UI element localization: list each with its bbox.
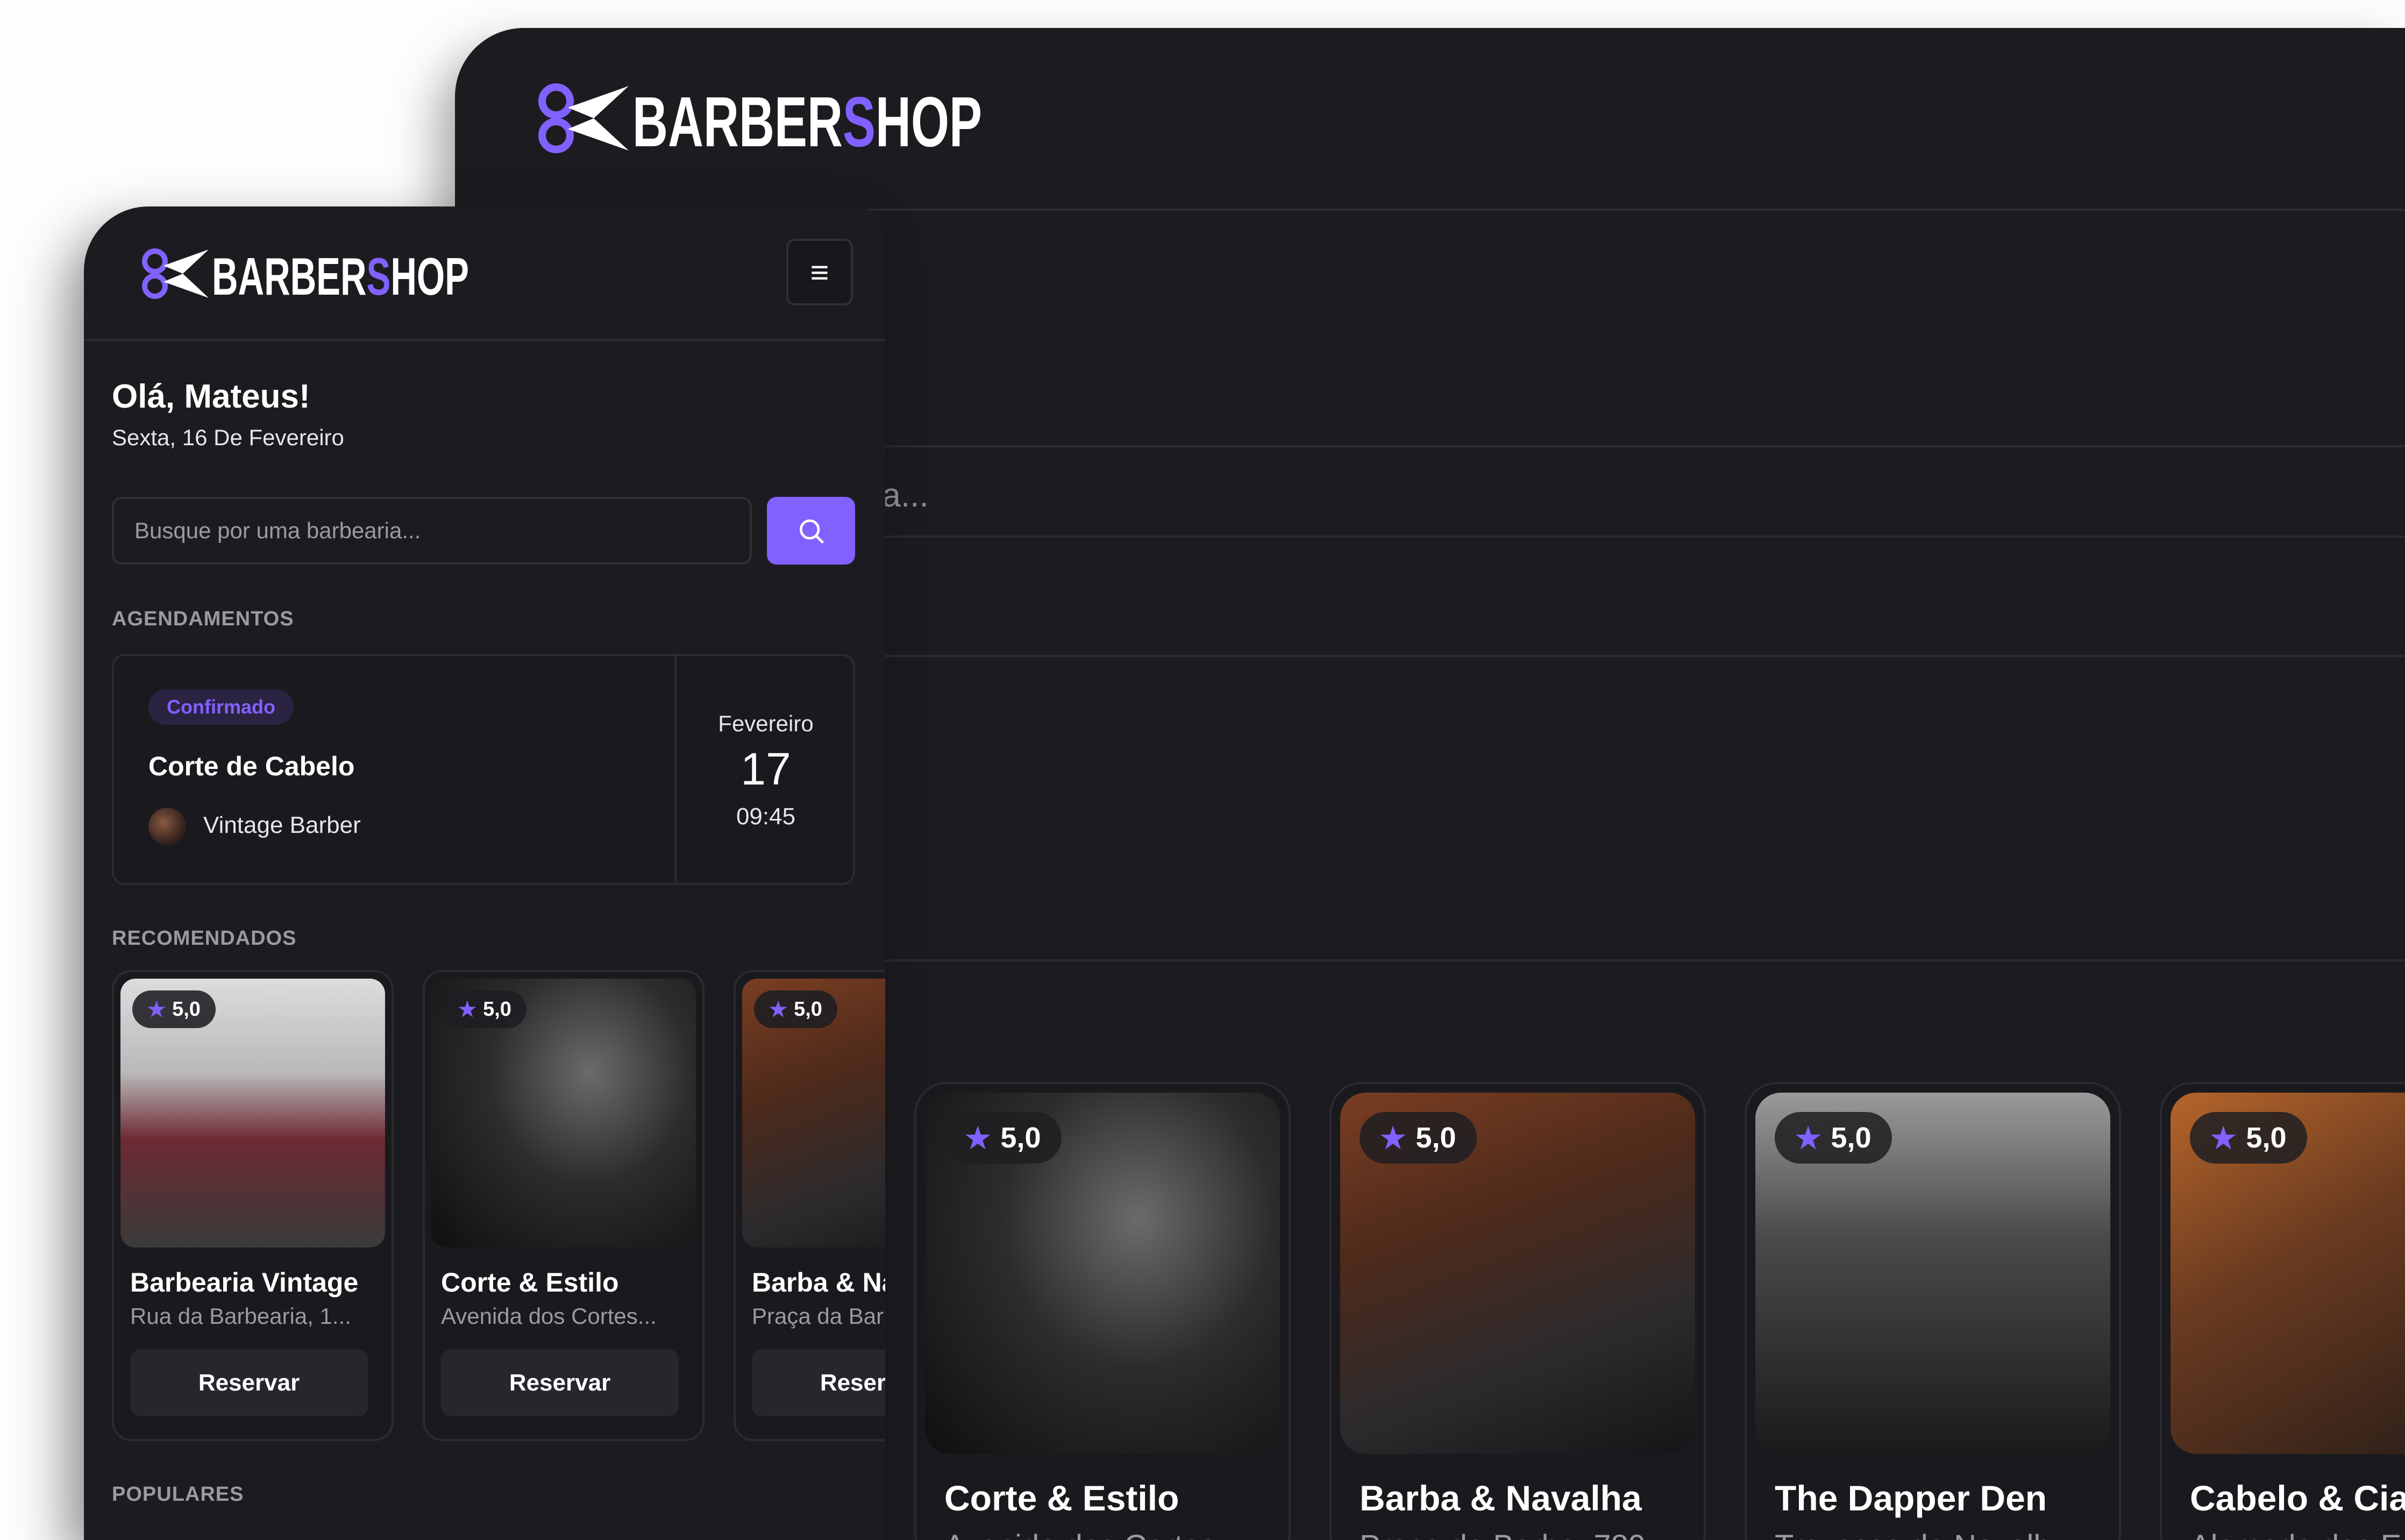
desktop-barbershop-card[interactable]: ★ 5,0 The Dapper Den Travessa da Navalh..… xyxy=(1745,1082,2121,1540)
rating-value: 5,0 xyxy=(483,997,511,1021)
barbershop-photo: ★ 5,0 xyxy=(742,979,885,1247)
barbershop-address: Praça da Barba, 789 xyxy=(752,1303,885,1329)
desktop-header: BARBERSHOP xyxy=(455,28,2405,211)
barbershop-address: Avenida dos Cortes... xyxy=(944,1528,1280,1540)
reserve-button[interactable]: Reservar xyxy=(441,1350,679,1416)
scissors-icon xyxy=(142,248,209,299)
appointment-day: 17 xyxy=(741,744,791,794)
barbershop-photo: ★ 5,0 xyxy=(1340,1093,1695,1454)
star-icon: ★ xyxy=(769,998,788,1021)
showcase-stage: BARBERSHOP ria... ★5,0 Corte & Estilo Av… xyxy=(0,0,2405,1540)
rating-badge: ★ 5,0 xyxy=(754,990,837,1028)
barbershop-card[interactable]: ★ 5,0 Corte & Estilo Avenida dos Cortes..… xyxy=(423,970,705,1441)
appointment-month: Fevereiro xyxy=(718,711,814,736)
barbershop-card[interactable]: ★ 5,0 Barbearia Vintage Rua da Barbearia,… xyxy=(112,970,394,1441)
desktop-card-list: ★ 5,0 Corte & Estilo Avenida dos Cortes..… xyxy=(914,1082,2405,1540)
rating-badge: ★ 5,0 xyxy=(132,990,216,1028)
barbershop-address: Avenida dos Cortes... xyxy=(441,1303,657,1329)
section-title-recommended: RECOMENDADOS xyxy=(112,927,297,950)
mobile-logo[interactable]: BARBERSHOP xyxy=(139,245,472,306)
barbershop-name: Cabelo & Cia xyxy=(2190,1478,2405,1518)
star-icon: ★ xyxy=(1380,1122,1406,1154)
rating-badge: ★ 5,0 xyxy=(1360,1112,1477,1164)
appointment-shop: Vintage Barber xyxy=(203,812,361,838)
barbershop-name: Corte & Estilo xyxy=(441,1267,619,1297)
barbershop-name: Corte & Estilo xyxy=(944,1478,1179,1518)
desktop-barbershop-card[interactable]: ★ 5,0 Barba & Navalha Praça da Barba, 789 xyxy=(1329,1082,1706,1540)
mobile-header: BARBERSHOP ≡ xyxy=(84,206,885,341)
rating-value: 5,0 xyxy=(1831,1122,1872,1154)
scissors-icon xyxy=(538,83,629,153)
star-icon: ★ xyxy=(2210,1122,2237,1154)
rating-badge: ★ 5,0 xyxy=(443,990,526,1028)
barbershop-address: Rua da Barbearia, 1... xyxy=(130,1303,351,1329)
barbershop-photo: ★ 5,0 xyxy=(925,1093,1280,1454)
desktop-barbershop-card[interactable]: ★ 5,0 Cabelo & Cia Alameda dos E xyxy=(2160,1082,2405,1540)
rating-value: 5,0 xyxy=(1415,1122,1456,1154)
search-icon xyxy=(800,519,824,544)
status-badge: Confirmado xyxy=(148,689,294,725)
rating-value: 5,0 xyxy=(172,997,201,1021)
rating-badge: ★ 5,0 xyxy=(1775,1112,1892,1164)
barbershop-address: Praça da Barba, 789 xyxy=(1360,1528,1695,1540)
rating-value: 5,0 xyxy=(794,997,822,1021)
appointment-service: Corte de Cabelo xyxy=(148,751,355,781)
star-icon: ★ xyxy=(965,1122,991,1154)
barbershop-address: Alameda dos E xyxy=(2190,1528,2405,1540)
search-field[interactable] xyxy=(112,497,752,565)
svg-text:BARBERSHOP: BARBERSHOP xyxy=(212,247,469,301)
barbershop-photo: ★ 5,0 xyxy=(120,979,385,1247)
barbershop-card[interactable]: ★ 5,0 Barba & Navalha Praça da Barba, 789… xyxy=(734,970,885,1441)
desktop-logo[interactable]: BARBERSHOP xyxy=(535,80,986,161)
search-input[interactable] xyxy=(114,499,750,562)
section-title-popular: POPULARES xyxy=(112,1483,244,1506)
appointment-card[interactable]: Confirmado Corte de Cabelo Vintage Barbe… xyxy=(112,654,855,885)
rating-value: 5,0 xyxy=(2246,1122,2287,1154)
barbershop-photo: ★ 5,0 xyxy=(2171,1093,2405,1454)
star-icon: ★ xyxy=(147,998,166,1021)
rating-badge: ★ 5,0 xyxy=(944,1112,1062,1164)
barbershop-photo: ★ 5,0 xyxy=(1755,1093,2110,1454)
reserve-button[interactable]: Reservar xyxy=(752,1350,885,1416)
greeting: Olá, Mateus! xyxy=(112,378,310,415)
rating-badge: ★ 5,0 xyxy=(2190,1112,2307,1164)
star-icon: ★ xyxy=(458,998,477,1021)
barbershop-name: Barba & Navalha xyxy=(1360,1478,1642,1518)
desktop-barbershop-card[interactable]: ★ 5,0 Corte & Estilo Avenida dos Cortes..… xyxy=(914,1082,1291,1540)
svg-text:BARBERSHOP: BARBERSHOP xyxy=(632,82,982,155)
section-title-appointments: AGENDAMENTOS xyxy=(112,608,294,630)
search-button[interactable] xyxy=(767,497,855,565)
barbershop-name: Barbearia Vintage xyxy=(130,1267,359,1297)
reserve-button[interactable]: Reservar xyxy=(130,1350,368,1416)
star-icon: ★ xyxy=(1795,1122,1821,1154)
hamburger-icon: ≡ xyxy=(810,254,829,290)
rating-value: 5,0 xyxy=(1000,1122,1041,1154)
mobile-window: BARBERSHOP ≡ Olá, Mateus! Sexta, 16 De F… xyxy=(84,206,885,1540)
recommended-card-list: ★ 5,0 Barbearia Vintage Rua da Barbearia,… xyxy=(112,970,885,1441)
barbershop-address: Travessa da Navalh... xyxy=(1775,1528,2110,1540)
current-date: Sexta, 16 De Fevereiro xyxy=(112,425,344,450)
avatar xyxy=(148,808,186,845)
barbershop-name: The Dapper Den xyxy=(1775,1478,2047,1518)
menu-button[interactable]: ≡ xyxy=(786,239,853,305)
barbershop-name: Barba & Navalha xyxy=(752,1267,885,1297)
barbershop-photo: ★ 5,0 xyxy=(431,979,696,1247)
appointment-time: 09:45 xyxy=(736,803,796,830)
